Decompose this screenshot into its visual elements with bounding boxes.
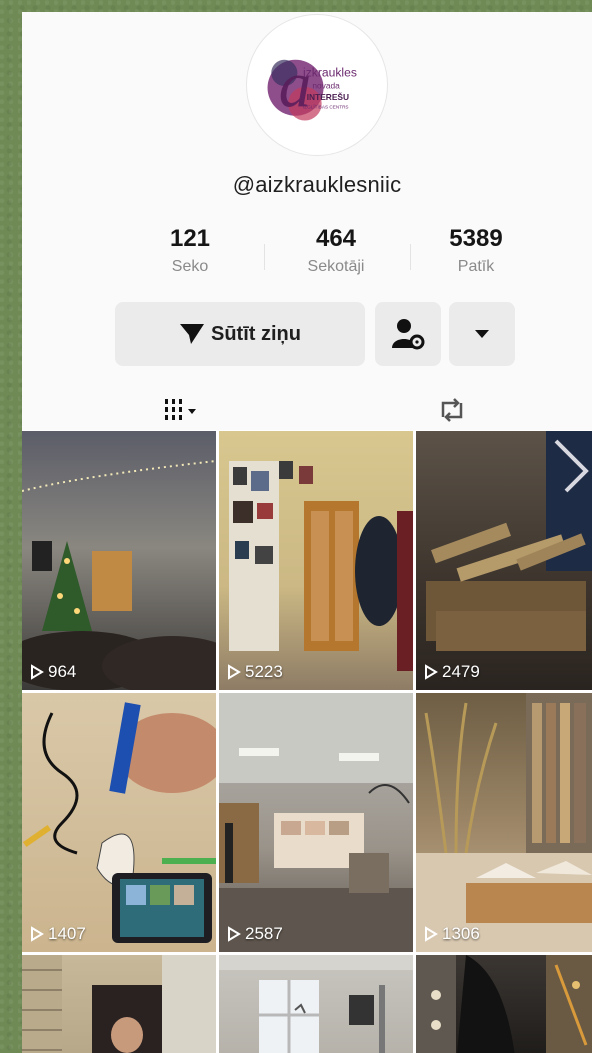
logo-image: a izkraukles novada INTEREŠU IZGLĪTĪBAS … (267, 49, 357, 121)
video-thumbnail[interactable]: 964 (22, 431, 216, 690)
concert-hall-scene (22, 460, 216, 690)
view-count-value: 2587 (245, 924, 283, 943)
user-settings-icon (392, 319, 425, 350)
play-icon (31, 926, 44, 942)
video-thumbnail[interactable]: 1306 (416, 693, 592, 952)
view-count-value: 1407 (48, 924, 86, 943)
stat-following-value: 121 (169, 225, 211, 252)
profile-header: a izkraukles novada INTEREŠU IZGLĪTĪBAS … (22, 12, 592, 434)
send-icon (180, 324, 204, 344)
stat-followers-label: Sekotāji (307, 258, 365, 275)
view-count: 1306 (424, 924, 480, 944)
send-message-button[interactable]: Sūtīt ziņu (115, 302, 365, 366)
presentation-room-scene (219, 693, 413, 952)
svg-text:IZGLĪTĪBAS CENTRS: IZGLĪTĪBAS CENTRS (303, 103, 349, 109)
view-count-value: 964 (48, 662, 77, 681)
video-thumbnail[interactable] (22, 955, 216, 1053)
video-thumbnail[interactable]: 2587 (219, 693, 413, 952)
username: @aizkrauklesniic (232, 172, 402, 197)
video-thumbnail[interactable]: 5223 (219, 431, 413, 690)
view-count-value: 5223 (245, 662, 283, 681)
svg-text:INTEREŠU: INTEREŠU (307, 91, 349, 102)
tab-videos[interactable] (150, 390, 212, 434)
brick-doorway-scene (22, 955, 216, 1053)
cafe-decor-scene (416, 693, 592, 952)
window-room-scene (219, 955, 413, 1053)
view-count: 1407 (30, 924, 86, 944)
svg-text:a: a (279, 49, 312, 121)
video-thumbnail[interactable]: 2479 (416, 431, 592, 690)
stat-divider (264, 244, 265, 270)
wooden-crafts-scene (426, 431, 592, 651)
play-icon (31, 664, 44, 680)
play-icon (228, 926, 241, 942)
user-settings-button[interactable] (375, 302, 441, 366)
dropdown-icon (475, 330, 489, 338)
stat-following[interactable]: 121 Seko (130, 224, 250, 276)
send-message-label: Sūtīt ziņu (211, 322, 301, 345)
profile-card: a izkraukles novada INTEREŠU IZGLĪTĪBAS … (22, 12, 592, 1053)
grid-icon (165, 399, 196, 420)
stat-likes-value: 5389 (449, 225, 503, 252)
stat-followers-value: 464 (315, 225, 357, 252)
play-icon (228, 664, 241, 680)
video-thumbnail[interactable] (416, 955, 592, 1053)
content-tabs (22, 390, 592, 434)
gallery-hallway-scene (229, 461, 413, 671)
more-options-button[interactable] (449, 302, 515, 366)
play-icon (425, 926, 438, 942)
tab-reposts[interactable] (422, 390, 482, 430)
stat-likes[interactable]: 5389 Patīk (416, 224, 536, 276)
dark-figure-scene (416, 955, 592, 1053)
svg-text:novada: novada (312, 81, 340, 91)
stats-row: 121 Seko 464 Sekotāji 5389 Patīk (130, 224, 530, 284)
stat-following-label: Seko (171, 258, 209, 275)
stat-likes-label: Patīk (457, 258, 495, 275)
play-icon (425, 664, 438, 680)
avatar[interactable]: a izkraukles novada INTEREŠU IZGLĪTĪBAS … (246, 14, 388, 156)
view-count: 2587 (227, 924, 283, 944)
svg-text:izkraukles: izkraukles (303, 66, 357, 80)
3d-pen-scene (22, 702, 216, 943)
repost-icon (441, 398, 463, 422)
view-count-value: 1306 (442, 924, 480, 943)
view-count: 964 (30, 662, 76, 682)
stat-divider (410, 244, 411, 270)
video-thumbnail[interactable] (219, 955, 413, 1053)
view-count: 2479 (424, 662, 480, 682)
view-count: 5223 (227, 662, 283, 682)
stat-followers[interactable]: 464 Sekotāji (276, 224, 396, 276)
view-count-value: 2479 (442, 662, 480, 681)
video-thumbnail[interactable]: 1407 (22, 693, 216, 952)
